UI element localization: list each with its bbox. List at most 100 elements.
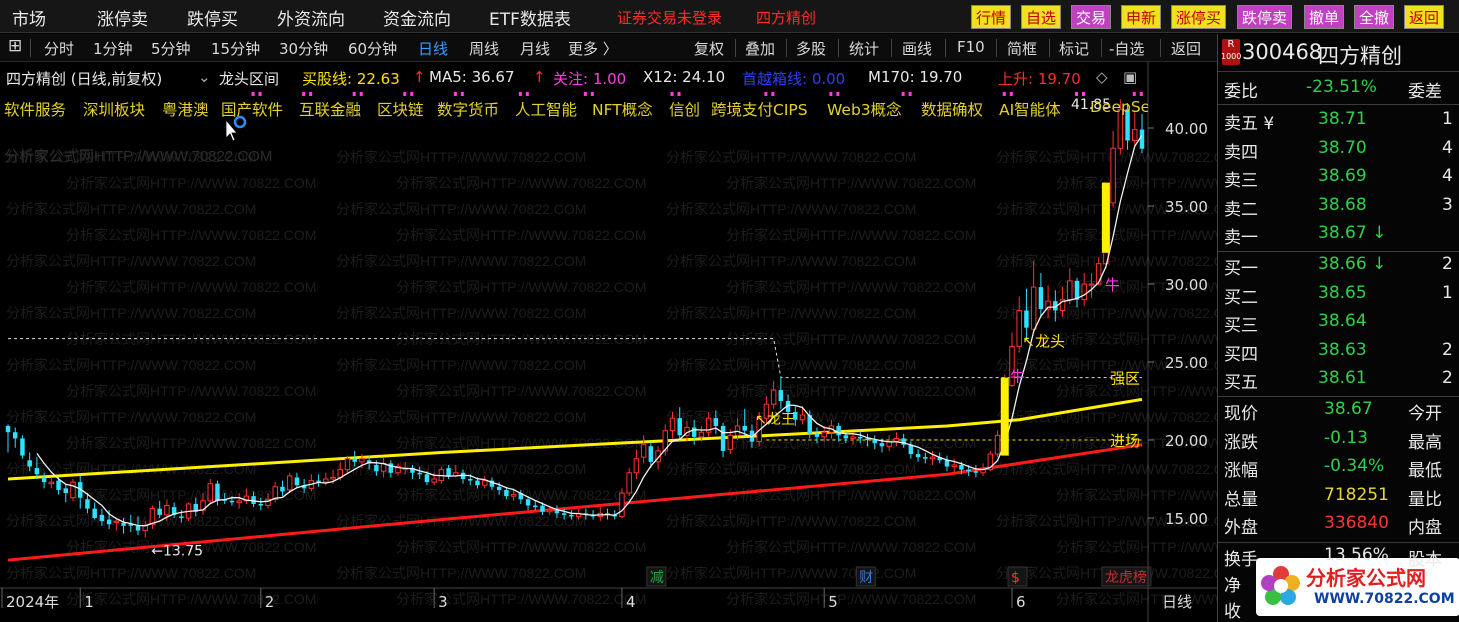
candle-body[interactable] xyxy=(843,435,849,439)
candle-body[interactable] xyxy=(236,500,242,503)
action-mark[interactable]: 标记 xyxy=(1059,38,1089,59)
quick-btn-cancel-order[interactable]: 撤单 xyxy=(1304,5,1345,29)
menu-foreign-flow[interactable]: 外资流向 xyxy=(277,5,345,30)
buy-level-row[interactable]: 买四 38.63 2 xyxy=(1224,340,1459,366)
quick-btn-limit-up-buy[interactable]: 涨停买 xyxy=(1171,5,1227,29)
period-60min[interactable]: 60分钟 xyxy=(348,38,397,59)
concept-tag[interactable]: 软件服务 xyxy=(4,98,66,120)
period-15min[interactable]: 15分钟 xyxy=(211,38,260,59)
candle-body[interactable] xyxy=(648,446,654,462)
candle-body[interactable] xyxy=(207,483,213,502)
candle-body[interactable] xyxy=(1081,283,1087,301)
candle-body[interactable] xyxy=(34,468,40,475)
sell-level-row[interactable]: 卖二 38.68 3 xyxy=(1224,195,1459,221)
action-back[interactable]: 返回 xyxy=(1171,38,1201,59)
candle-body[interactable] xyxy=(973,471,979,473)
candle-body[interactable] xyxy=(1016,310,1022,347)
candle-body[interactable] xyxy=(619,492,625,517)
candle-body[interactable] xyxy=(294,477,300,486)
candle-body[interactable] xyxy=(742,425,747,431)
sell-level-row[interactable]: 卖四 38.70 4 xyxy=(1224,138,1459,164)
candle-body[interactable] xyxy=(569,514,574,517)
concept-tag[interactable]: 人工智能 xyxy=(515,98,577,120)
candle-body[interactable] xyxy=(20,438,25,456)
candle-body[interactable] xyxy=(229,500,235,503)
concept-tag[interactable]: 跨境支付CIPS xyxy=(711,98,808,120)
concept-tag[interactable]: 信创 xyxy=(669,98,700,120)
quote-row[interactable]: 现价 38.67 今开 xyxy=(1224,399,1459,425)
candle-body[interactable] xyxy=(525,499,531,506)
sell-level-row[interactable]: 卖一 38.67 ↓ xyxy=(1224,223,1459,249)
quick-btn-cancel-all[interactable]: 全撤 xyxy=(1354,5,1395,29)
sell-level-row[interactable]: 卖五 ¥ 38.71 1 xyxy=(1224,109,1459,135)
diamond-icon[interactable]: ◇ xyxy=(1096,68,1108,86)
action-f10[interactable]: F10 xyxy=(957,38,985,56)
concept-tag[interactable]: 数据确权 xyxy=(921,98,983,120)
candle-body[interactable] xyxy=(533,505,538,508)
candle-body[interactable] xyxy=(923,457,928,459)
concept-tag[interactable]: AI智能体 xyxy=(999,98,1061,120)
action-draw-line[interactable]: 画线 xyxy=(902,38,932,59)
candle-body[interactable] xyxy=(554,510,560,514)
candle-body[interactable] xyxy=(12,432,18,439)
candle-body[interactable] xyxy=(959,464,964,470)
concept-tag[interactable]: NFT概念 xyxy=(592,98,653,120)
concept-tag[interactable]: 深圳板块 xyxy=(83,98,145,120)
period-30min[interactable]: 30分钟 xyxy=(279,38,328,59)
candle-body[interactable] xyxy=(778,390,784,401)
candle-body[interactable] xyxy=(85,499,90,509)
period-weekly[interactable]: 周线 xyxy=(469,38,499,59)
candle-body[interactable] xyxy=(720,425,726,451)
candle-body[interactable] xyxy=(677,418,682,436)
candle-body[interactable] xyxy=(1067,280,1073,301)
candle-body[interactable] xyxy=(157,508,162,515)
candle-body[interactable] xyxy=(821,431,827,438)
candle-body[interactable] xyxy=(323,478,329,483)
candle-body[interactable] xyxy=(633,458,640,474)
candle-body[interactable] xyxy=(5,425,11,433)
kline-chart[interactable]: 分析家公式网HTTP://WWW.70822.COM 分析家公式网HTTP://W… xyxy=(0,62,1217,622)
candle-body[interactable] xyxy=(106,519,112,525)
quick-btn-limit-down-sell[interactable]: 跌停卖 xyxy=(1237,5,1293,29)
candle-body[interactable] xyxy=(770,389,777,405)
candle-body[interactable] xyxy=(113,520,120,523)
concept-tag[interactable]: 国产软件 xyxy=(221,98,283,120)
candle-body[interactable] xyxy=(417,472,422,475)
concept-tag[interactable]: DeepSe xyxy=(1090,98,1148,116)
candle-body[interactable] xyxy=(951,464,957,468)
candle-body[interactable] xyxy=(70,481,76,499)
expand-icon[interactable]: ▣ xyxy=(1123,68,1137,86)
extra-row[interactable]: 收 xyxy=(1224,597,1459,622)
action-overlay[interactable]: 叠加 xyxy=(745,38,775,59)
candle-body[interactable] xyxy=(446,468,451,476)
candle-body[interactable] xyxy=(359,458,365,463)
candle-body[interactable] xyxy=(966,469,971,472)
candle-body[interactable] xyxy=(850,436,856,439)
extra-row[interactable]: 净 xyxy=(1224,571,1459,597)
period-daily[interactable]: 日线 xyxy=(418,38,448,59)
buy-level-row[interactable]: 买二 38.65 1 xyxy=(1224,283,1459,309)
candle-body[interactable] xyxy=(504,489,509,497)
quick-btn-ipo[interactable]: 申新 xyxy=(1121,5,1162,29)
menu-market[interactable]: 市场 xyxy=(12,5,46,30)
candle-body[interactable] xyxy=(352,458,357,462)
candle-body[interactable] xyxy=(215,483,220,501)
menu-etf-table[interactable]: ETF数据表 xyxy=(489,5,571,30)
quote-row[interactable]: 涨跌 -0.13 最高 xyxy=(1224,428,1459,454)
concept-tag[interactable]: 区块链 xyxy=(377,98,424,120)
candle-body[interactable] xyxy=(1038,287,1044,309)
buy-level-row[interactable]: 买三 38.64 xyxy=(1224,311,1459,337)
candle-body[interactable] xyxy=(1110,147,1116,204)
candle-body[interactable] xyxy=(1074,280,1080,300)
concept-tag[interactable]: 粤港澳 xyxy=(162,98,209,120)
candle-body[interactable] xyxy=(99,514,105,522)
menu-fund-flow[interactable]: 资金流向 xyxy=(383,5,451,30)
candle-body[interactable] xyxy=(879,443,885,447)
quick-btn-back[interactable]: 返回 xyxy=(1404,5,1445,29)
candle-body[interactable] xyxy=(330,476,336,480)
candle-body[interactable] xyxy=(431,478,437,483)
candle-body[interactable] xyxy=(280,486,285,492)
candle-body[interactable] xyxy=(121,522,126,526)
quote-row[interactable]: 总量 718251 量比 xyxy=(1224,485,1459,511)
candle-body[interactable] xyxy=(468,479,473,481)
